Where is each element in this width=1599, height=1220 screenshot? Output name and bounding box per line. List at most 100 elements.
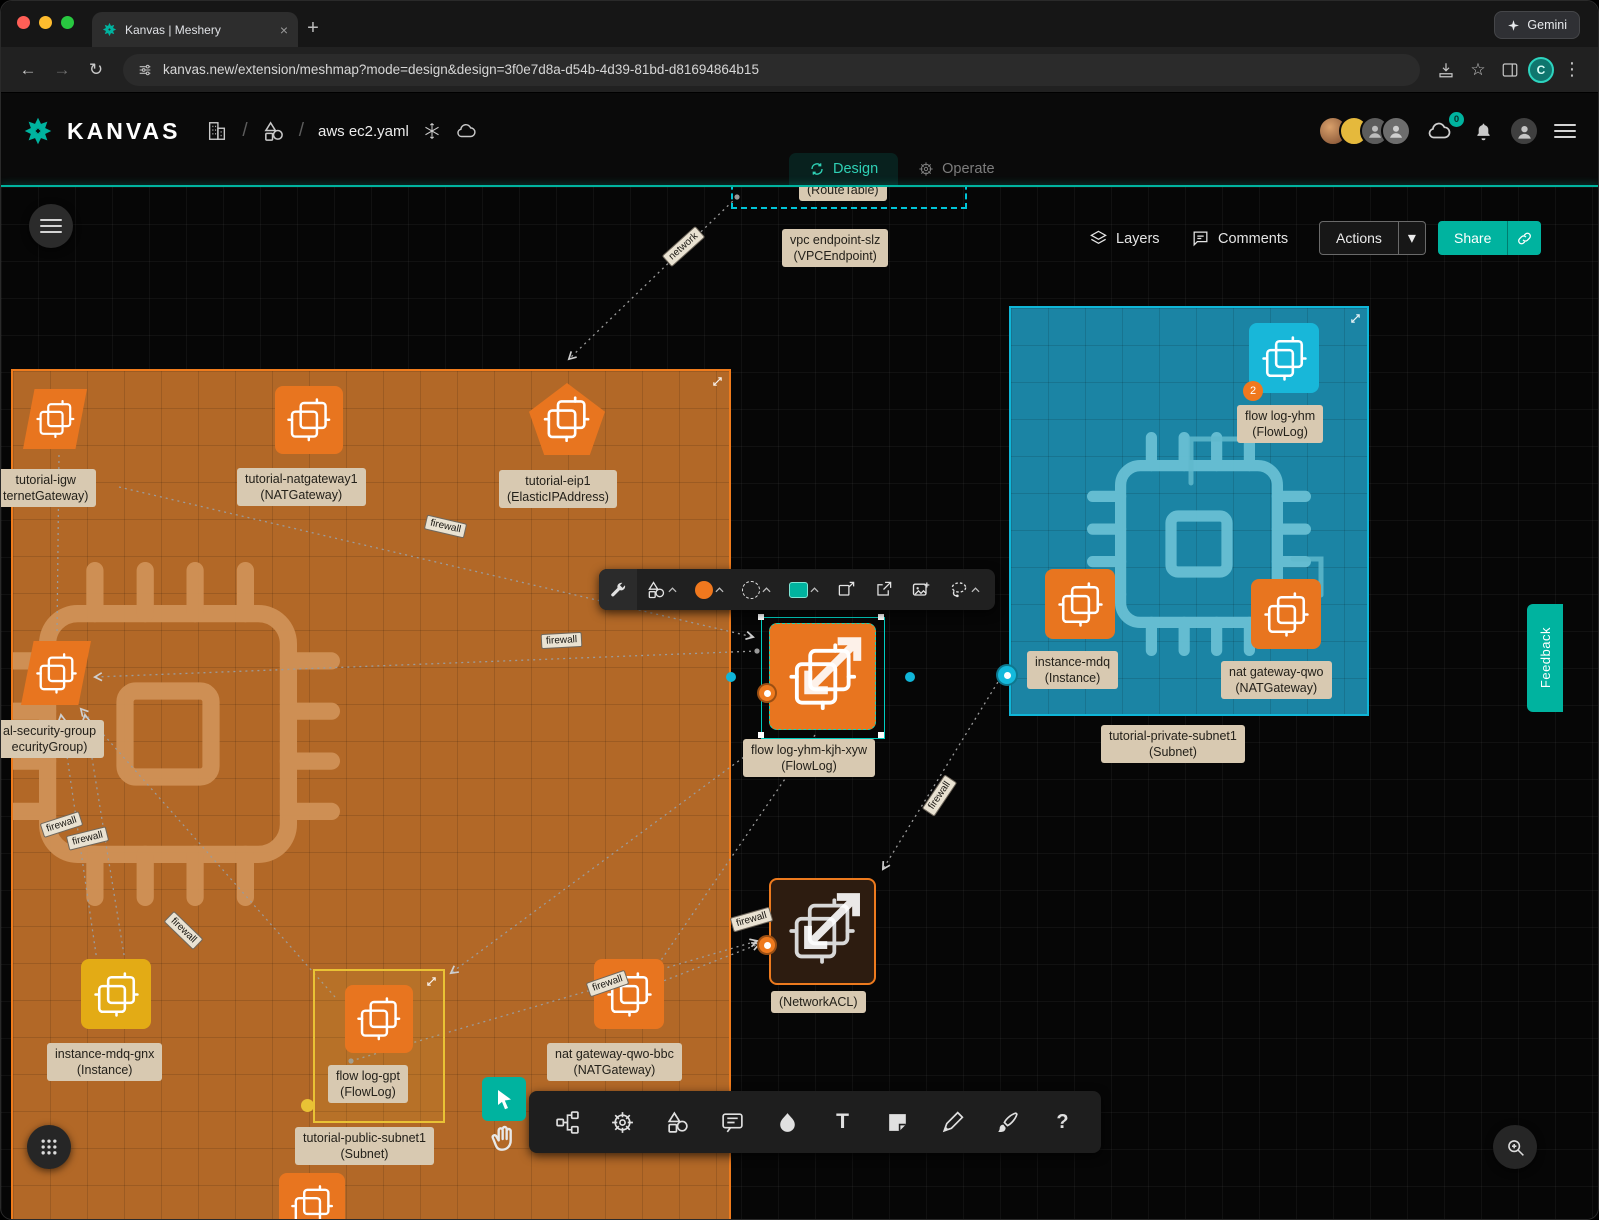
collapse-icon[interactable] [1350,313,1361,324]
close-window-button[interactable] [17,16,30,29]
collaborator-avatars[interactable] [1318,116,1411,146]
collapse-icon[interactable] [796,629,870,703]
lasso-select-button[interactable] [940,569,989,610]
browser-menu-icon[interactable]: ⋮ [1558,56,1586,84]
node-label-elastic-ip[interactable]: tutorial-eip1 (ElasticIPAddress) [499,470,617,508]
node-label-flow-log-yhm[interactable]: flow log-yhm (FlowLog) [1237,405,1323,443]
browser-profile-avatar[interactable]: C [1528,57,1554,83]
canvas-menu-button[interactable] [29,204,73,248]
design-canvas[interactable]: network firewall firewall firewall firew… [1,187,1599,1220]
share-link-button[interactable] [1507,221,1541,255]
node-flow-log-gpt-container[interactable]: flow log-gpt (FlowLog) [313,969,445,1123]
minimize-window-button[interactable] [39,16,52,29]
shapes-tool[interactable] [653,1099,702,1145]
maximize-window-button[interactable] [61,16,74,29]
node-label-internet-gateway[interactable]: tutorial-igw ternetGateway) [1,469,96,507]
node-flow-log-kjh-icon[interactable] [769,623,876,730]
browser-tab[interactable]: Kanvas | Meshery × [92,12,298,47]
reload-button[interactable]: ↻ [81,55,111,85]
site-settings-icon[interactable] [137,62,153,78]
collaborator-avatar-4[interactable] [1381,116,1411,146]
cloud-save-icon[interactable] [455,120,477,142]
url-bar[interactable]: kanvas.new/extension/meshmap?mode=design… [123,54,1420,86]
node-label-nat-gateway-bbc[interactable]: nat gateway-qwo-bbc (NATGateway) [547,1043,682,1081]
node-label-network-acl[interactable]: (NetworkACL) [771,991,866,1013]
kanvas-logo-icon[interactable] [23,116,53,146]
node-label-flow-log-kjh[interactable]: flow log-yhm-kjh-xyw (FlowLog) [743,739,875,777]
edge-label-firewall[interactable]: firewall [541,632,583,649]
dash-style-button[interactable] [733,569,780,610]
node-label-security-group[interactable]: al-security-group ecurityGroup) [1,720,104,758]
comments-button[interactable]: Comments [1191,229,1288,248]
layers-button[interactable]: Layers [1089,229,1160,248]
grid-menu-button[interactable] [27,1125,71,1169]
components-tool[interactable] [543,1099,592,1145]
collapse-icon[interactable] [712,376,723,387]
node-nat-gateway-qwo-icon[interactable] [1251,579,1321,649]
node-instance-mdq-icon[interactable] [1045,569,1115,639]
toolbar-wrench-button[interactable] [599,569,637,610]
edge-label-network[interactable]: network [662,226,705,267]
snapshot-icon[interactable] [423,122,441,140]
node-label-route-table[interactable]: (RouteTable) [799,187,887,201]
selection-handle[interactable] [878,732,884,738]
node-label-instance-mdq[interactable]: instance-mdq (Instance) [1027,651,1118,689]
app-menu-icon[interactable] [1554,120,1576,142]
node-label-public-subnet[interactable]: tutorial-public-subnet1 (Subnet) [295,1127,434,1165]
design-file-name[interactable]: aws ec2.yaml [318,123,409,140]
help-tool[interactable]: ? [1038,1099,1087,1145]
node-nat-gateway-bbc-icon[interactable] [594,959,664,1029]
fit-view-button[interactable] [828,569,865,610]
user-avatar[interactable] [1509,116,1539,146]
collapse-icon[interactable] [426,976,437,987]
add-image-button[interactable] [902,569,940,610]
share-button[interactable]: Share [1438,221,1507,255]
bookmark-star-icon[interactable]: ☆ [1464,56,1492,84]
shapes-style-button[interactable] [637,569,686,610]
connection-handle[interactable] [301,1099,314,1112]
pen-tool[interactable] [928,1099,977,1145]
organization-icon[interactable] [206,120,228,142]
new-tab-button[interactable]: + [298,13,328,43]
tab-design[interactable]: Design [789,153,898,187]
connection-handle[interactable] [757,683,777,703]
text-tool[interactable]: T [818,1099,867,1145]
edge-label-firewall[interactable]: firewall [730,907,774,933]
save-page-icon[interactable] [1432,56,1460,84]
node-label-vpc-endpoint[interactable]: vpc endpoint-slz (VPCEndpoint) [782,229,888,267]
forward-button[interactable]: → [47,55,77,85]
feedback-tab[interactable]: Feedback [1527,604,1563,712]
edge-label-firewall[interactable]: firewall [922,774,957,816]
pan-tool[interactable] [488,1123,520,1160]
gemini-badge[interactable]: Gemini [1494,11,1580,39]
node-label-instance-gnx[interactable]: instance-mdq-gnx (Instance) [47,1043,162,1081]
node-label-nat-gateway1[interactable]: tutorial-natgateway1 (NATGateway) [237,468,366,506]
node-flow-log-gpt-icon[interactable] [345,985,413,1053]
selection-handle[interactable] [758,732,764,738]
collapse-icon[interactable] [796,885,868,957]
node-nat-gateway1-icon[interactable] [275,386,343,454]
node-label-private-subnet[interactable]: tutorial-private-subnet1 (Subnet) [1101,725,1245,763]
selection-handle[interactable] [758,614,764,620]
note-tool[interactable] [873,1099,922,1145]
open-in-new-button[interactable] [865,569,902,610]
ink-tool[interactable] [763,1099,812,1145]
container-style-button[interactable] [780,569,828,610]
actions-dropdown-button[interactable]: ▾ [1399,221,1426,255]
brush-tool[interactable] [983,1099,1032,1145]
tab-operate[interactable]: Operate [898,153,1014,187]
comment-tool[interactable] [708,1099,757,1145]
side-panel-icon[interactable] [1496,56,1524,84]
edge-midpoint-handle[interactable] [726,672,736,682]
designs-icon[interactable] [262,120,285,143]
back-button[interactable]: ← [13,55,43,85]
connections-status-button[interactable]: 0 [1426,116,1458,146]
select-tool[interactable] [482,1077,526,1121]
node-partially-visible-icon[interactable] [279,1173,345,1220]
connection-handle[interactable] [757,935,777,955]
edge-midpoint-handle[interactable] [905,672,915,682]
selection-handle[interactable] [878,614,884,620]
zoom-button[interactable] [1493,1125,1537,1169]
tab-close-icon[interactable]: × [280,22,288,38]
node-network-acl-icon[interactable] [769,878,876,985]
